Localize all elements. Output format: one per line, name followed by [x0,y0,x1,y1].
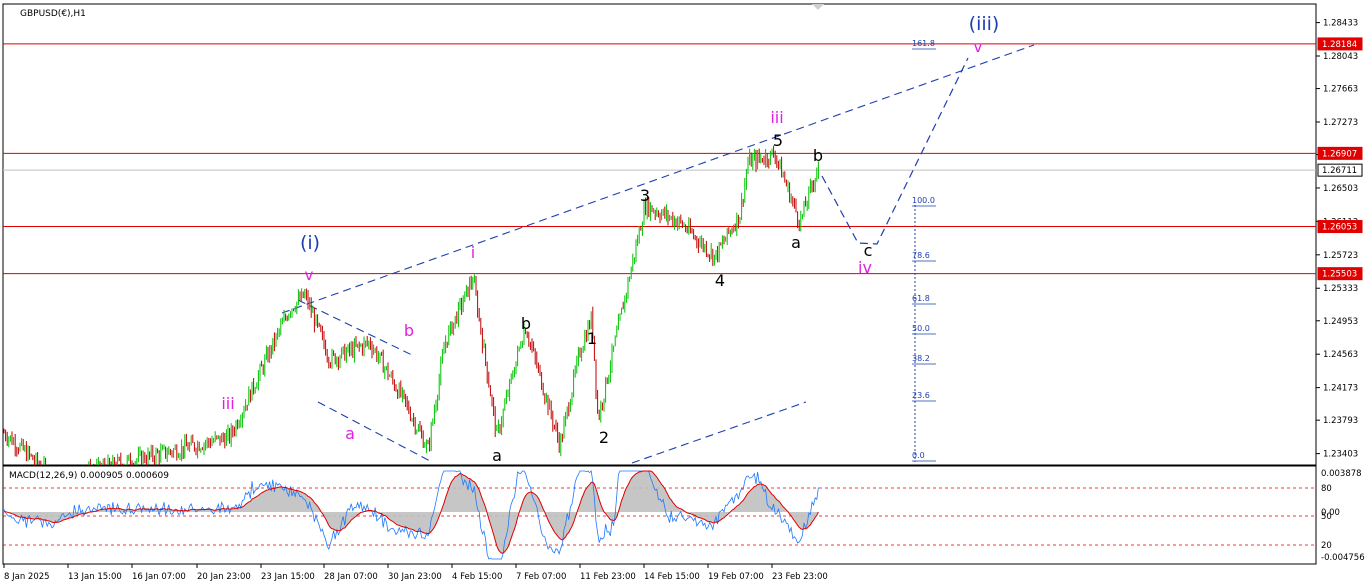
time-label: 13 Jan 15:00 [68,572,122,582]
time-label: 23 Jan 15:00 [261,572,315,582]
macd-axis-label: -0.004756 [1321,553,1365,563]
wave-label: a [345,424,355,443]
price-pane [2,3,1317,466]
macd-axis-label: 0.003878 [1321,469,1362,479]
price-label: 1.24563 [1323,350,1358,360]
time-label: 23 Feb 23:00 [772,572,828,582]
wave-label: v [305,266,314,284]
price-label: 1.28433 [1323,19,1358,29]
price-tag: 1.28184 [1322,40,1357,50]
macd-title: MACD(12,26,9) 0.000905 0.000609 [9,471,169,481]
time-label: 28 Jan 07:00 [324,572,378,582]
chart-canvas: 161.8 100.0 78.6 61.8 50.0 38.2 23.6 0.0 (iii) v… [2,3,1365,582]
wave-label: iv [858,258,872,277]
wave-label: a [791,233,801,252]
wave-label: 3 [640,186,650,205]
price-label: 1.26503 [1323,184,1358,194]
price-tag: 1.25503 [1322,270,1357,280]
price-label: 1.27273 [1323,118,1358,128]
wave-label: 2 [599,428,609,447]
wave-label: iii [221,394,234,413]
price-tag: 1.26053 [1322,223,1357,233]
time-label: 16 Jan 07:00 [132,572,186,582]
price-label: 1.24173 [1323,384,1358,394]
price-label: 1.24953 [1323,317,1358,327]
wave-label: v [974,38,983,56]
macd-axis-label: 80 [1321,484,1332,494]
time-label: 7 Feb 07:00 [516,572,566,582]
price-label: 1.23793 [1323,416,1358,426]
time-label: 20 Jan 23:00 [197,572,251,582]
price-label: 1.28043 [1323,52,1358,62]
symbol-title: GBPUSD(€),H1 [20,9,86,19]
fib-label: 78.6 [912,251,930,260]
wave-label: a [492,446,502,465]
macd-axis: 0.003878800.005020-0.004756 [1321,469,1365,563]
time-axis: 8 Jan 2025 13 Jan 15:00 16 Jan 07:00 20 Jan… [3,564,828,582]
time-label: 4 Feb 15:00 [452,572,502,582]
wave-label: b [404,321,414,340]
price-label: 1.23403 [1323,450,1358,460]
wave-label: b [813,146,823,165]
time-label: 30 Jan 23:00 [388,572,442,582]
fib-label: 61.8 [912,294,930,303]
wave-label: b [521,314,531,333]
price-label: 1.25333 [1323,284,1358,294]
fib-label: 23.6 [912,391,930,400]
price-label: 1.25723 [1323,251,1358,261]
price-tags: 1.28184 1.26907 1.26711 1.26053 1.25503 [1317,37,1363,281]
wave-label: i [471,243,475,262]
wave-label: iii [770,108,783,127]
wave-label: (iii) [969,13,1000,35]
fib-label: 161.8 [912,39,935,48]
price-tag: 1.26907 [1322,149,1357,159]
time-label: 19 Feb 07:00 [708,572,764,582]
fib-label: 50.0 [912,324,930,333]
macd-axis-label: 20 [1321,541,1332,551]
price-tag: 1.26711 [1322,166,1357,176]
time-label: 11 Feb 23:00 [580,572,636,582]
fib-label: 100.0 [912,196,935,205]
price-label: 1.27663 [1323,85,1358,95]
fib-label: 0.0 [912,451,925,460]
wave-label: 5 [773,131,783,150]
time-label: 8 Jan 2025 [4,572,50,582]
price-axis: 1.284331.280431.276631.272731.268931.265… [1316,19,1358,460]
fib-label: 38.2 [912,354,930,363]
wave-label: (i) [300,232,320,254]
time-label: 14 Feb 15:00 [644,572,700,582]
wave-label: 1 [587,329,597,348]
wave-label: 4 [715,271,725,290]
macd-axis-label: 50 [1321,512,1332,522]
